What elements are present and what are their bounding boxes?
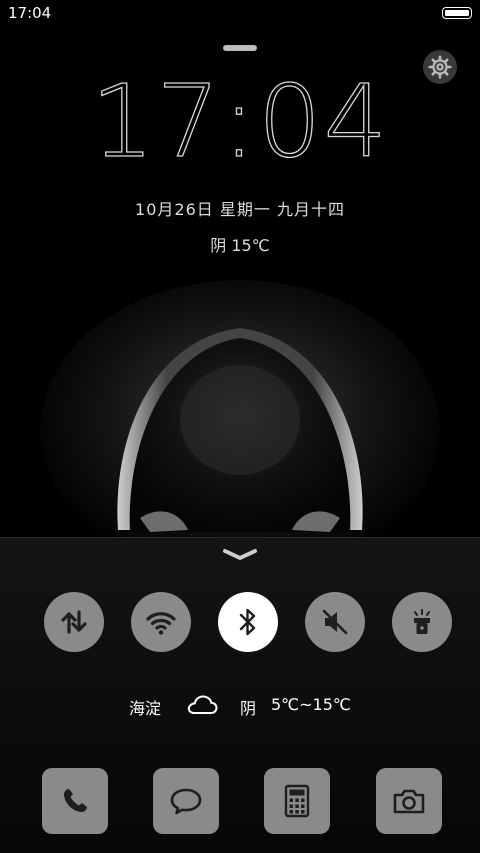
pull-handle[interactable] [223,45,257,51]
date-label: 10月26日 星期一 九月十四 [135,200,345,219]
panel-divider [0,537,480,538]
status-bar: 17:04 [0,0,480,26]
cloud-icon [187,695,218,714]
mobile-data-toggle[interactable] [44,592,104,652]
bluetooth-toggle[interactable] [218,592,278,652]
bluetooth-icon [239,608,256,636]
wifi-icon [146,612,176,635]
flashlight-toggle[interactable] [392,592,452,652]
mobile-data-icon [61,610,87,634]
weather-range: 5℃~15℃ [271,695,351,714]
flashlight-icon [414,609,430,634]
weather-label: 阴 15℃ [210,236,270,255]
weather-condition: 阴 [240,699,257,718]
battery-icon [442,7,472,19]
phone-icon [64,789,87,812]
lock-clock: 17:04 [90,62,390,180]
status-time: 17:04 [8,4,52,22]
phone-shortcut[interactable] [42,768,108,834]
weather-location: 海淀 [129,699,162,718]
camera-shortcut[interactable] [376,768,442,834]
chevron-down-icon[interactable] [222,548,258,562]
mute-icon [322,609,348,635]
calculator-shortcut[interactable] [264,768,330,834]
wifi-toggle[interactable] [131,592,191,652]
camera-icon [393,789,425,814]
calculator-icon [284,784,310,818]
wallpaper-alien-head [40,280,440,540]
message-icon [170,788,202,815]
mute-toggle[interactable] [305,592,365,652]
messages-shortcut[interactable] [153,768,219,834]
